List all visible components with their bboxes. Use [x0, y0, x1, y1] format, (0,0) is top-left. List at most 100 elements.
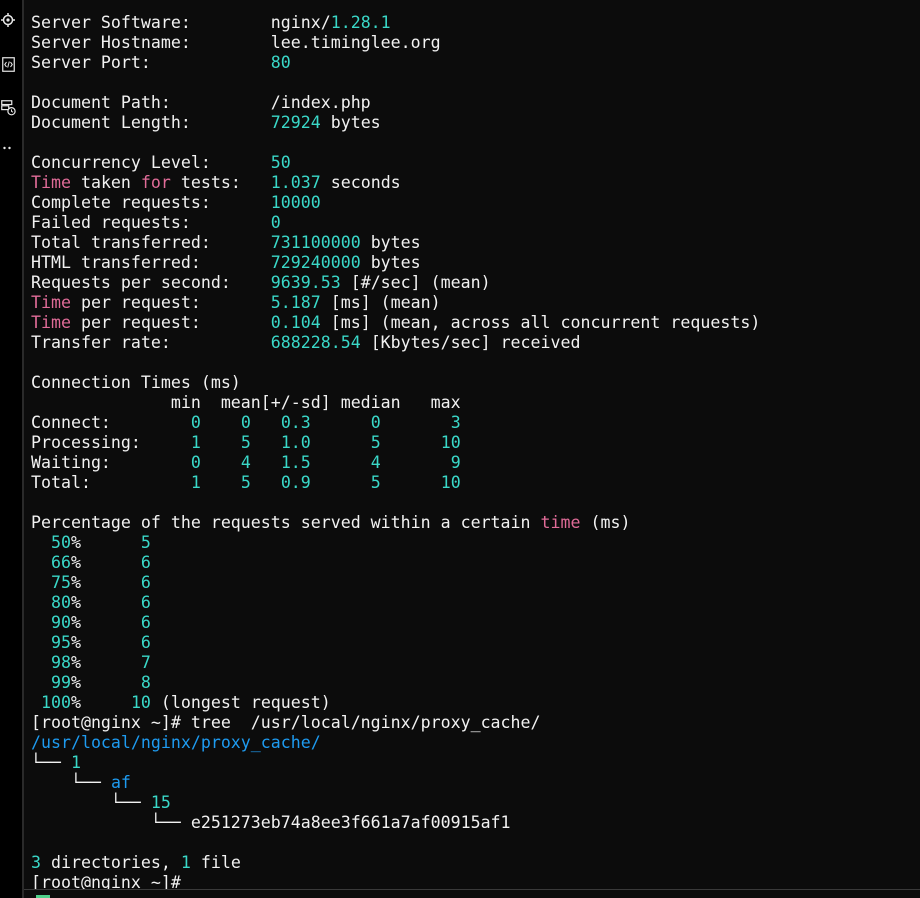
terminal-text-segment: %	[70, 553, 141, 572]
terminal-line: 3 directories, 1 file	[31, 853, 760, 873]
terminal-text-segment: (longest request)	[150, 693, 331, 712]
terminal-text-segment: 0.104	[270, 313, 321, 332]
terminal-text-segment: min mean[+/-sd] median max	[31, 393, 461, 412]
terminal-text-segment: 5	[240, 473, 251, 492]
terminal-line: Waiting: 0 4 1.5 4 9	[31, 453, 760, 473]
terminal-text-segment: 98	[50, 653, 71, 672]
terminal-text-segment: 1	[180, 853, 191, 872]
server-clock-icon[interactable]	[0, 100, 16, 116]
terminal-line: Time per request: 5.187 [ms] (mean)	[31, 293, 760, 313]
terminal-text-segment: %	[70, 613, 141, 632]
terminal-text-segment: Connect:	[31, 413, 191, 432]
terminal-text-segment: 0	[190, 413, 201, 432]
more-icon[interactable]	[0, 140, 16, 156]
terminal-text-segment: └── e251273eb74a8ee3f661a7af00915af1	[31, 813, 511, 832]
terminal-text-segment: 10	[440, 473, 461, 492]
terminal-line: └── 1	[31, 753, 760, 773]
terminal-text-segment: 99	[50, 673, 71, 692]
terminal-text-segment: %	[70, 653, 141, 672]
terminal-text-segment: Processing:	[31, 433, 191, 452]
terminal-line: [root@nginx ~]# tree /usr/local/nginx/pr…	[31, 713, 760, 733]
terminal-text-segment: [root@nginx ~]# tree /usr/local/nginx/pr…	[31, 713, 541, 732]
code-file-icon[interactable]	[0, 56, 16, 72]
terminal-text-segment: 0	[370, 413, 381, 432]
terminal-text-segment: 10	[130, 693, 151, 712]
terminal-text-segment: 1.5	[280, 453, 311, 472]
terminal-output: Server Software: nginx/1.28.1 Server Host…	[31, 13, 760, 893]
horizontal-scrollbar[interactable]	[24, 889, 920, 898]
terminal-text-segment: 75	[50, 573, 71, 592]
terminal-line: Document Path: /index.php	[31, 93, 760, 113]
terminal-pane[interactable]: Server Software: nginx/1.28.1 Server Host…	[24, 0, 920, 898]
terminal-text-segment: 1	[190, 433, 201, 452]
terminal-text-segment: └──	[31, 773, 111, 792]
terminal-line: 50% 5	[31, 533, 760, 553]
terminal-line: HTML transferred: 729240000 bytes	[31, 253, 760, 273]
terminal-text-segment: 15	[150, 793, 171, 812]
terminal-text-segment: Total transferred:	[31, 233, 271, 252]
terminal-text-segment: time	[540, 513, 581, 532]
terminal-text-segment: Server Hostname: lee.timinglee.org	[31, 33, 441, 52]
terminal-text-segment: 95	[50, 633, 71, 652]
app-window: Server Software: nginx/1.28.1 Server Host…	[0, 0, 920, 898]
terminal-line: Complete requests: 10000	[31, 193, 760, 213]
terminal-text-segment: 6	[140, 593, 151, 612]
terminal-text-segment: Transfer rate:	[31, 333, 271, 352]
terminal-text-segment: per request:	[70, 313, 271, 332]
terminal-text-segment: af	[110, 773, 131, 792]
terminal-text-segment: 731100000	[270, 233, 361, 252]
terminal-text-segment: Server Port:	[31, 53, 271, 72]
terminal-text-segment: 0	[190, 453, 201, 472]
terminal-text-segment: %	[70, 573, 141, 592]
terminal-text-segment: Complete requests:	[31, 193, 271, 212]
terminal-text-segment: Time	[31, 293, 71, 312]
terminal-text-segment: 9	[450, 453, 461, 472]
terminal-text-segment: 729240000	[270, 253, 361, 272]
terminal-text-segment: 1.0	[280, 433, 311, 452]
terminal-text-segment: 0.3	[280, 413, 311, 432]
terminal-text-segment: 10000	[270, 193, 321, 212]
terminal-line: 66% 6	[31, 553, 760, 573]
terminal-line: Document Length: 72924 bytes	[31, 113, 760, 133]
terminal-text-segment: 4	[240, 453, 251, 472]
terminal-text-segment: (ms)	[580, 513, 631, 532]
terminal-line: Server Port: 80	[31, 53, 760, 73]
terminal-line: Concurrency Level: 50	[31, 153, 760, 173]
terminal-line: └── af	[31, 773, 760, 793]
terminal-text-segment: /usr/local/nginx/proxy_cache/	[31, 733, 321, 752]
terminal-text-segment: 10	[440, 433, 461, 452]
terminal-text-segment: Time	[31, 313, 71, 332]
terminal-text-segment: 5.187	[270, 293, 321, 312]
terminal-text-segment: 8	[140, 673, 151, 692]
terminal-line: Time taken for tests: 1.037 seconds	[31, 173, 760, 193]
target-icon[interactable]	[0, 12, 16, 28]
terminal-line: Total: 1 5 0.9 5 10	[31, 473, 760, 493]
terminal-text-segment: file	[190, 853, 241, 872]
terminal-text-segment: 5	[370, 473, 381, 492]
terminal-text-segment: %	[70, 693, 131, 712]
terminal-text-segment: Failed requests:	[31, 213, 271, 232]
terminal-text-segment: bytes	[320, 113, 381, 132]
terminal-line: 90% 6	[31, 613, 760, 633]
terminal-text-segment: 4	[370, 453, 381, 472]
terminal-line: 99% 8	[31, 673, 760, 693]
terminal-text-segment: bytes	[360, 253, 421, 272]
side-toolbar	[0, 0, 22, 898]
terminal-text-segment: 1.28.1	[330, 13, 391, 32]
